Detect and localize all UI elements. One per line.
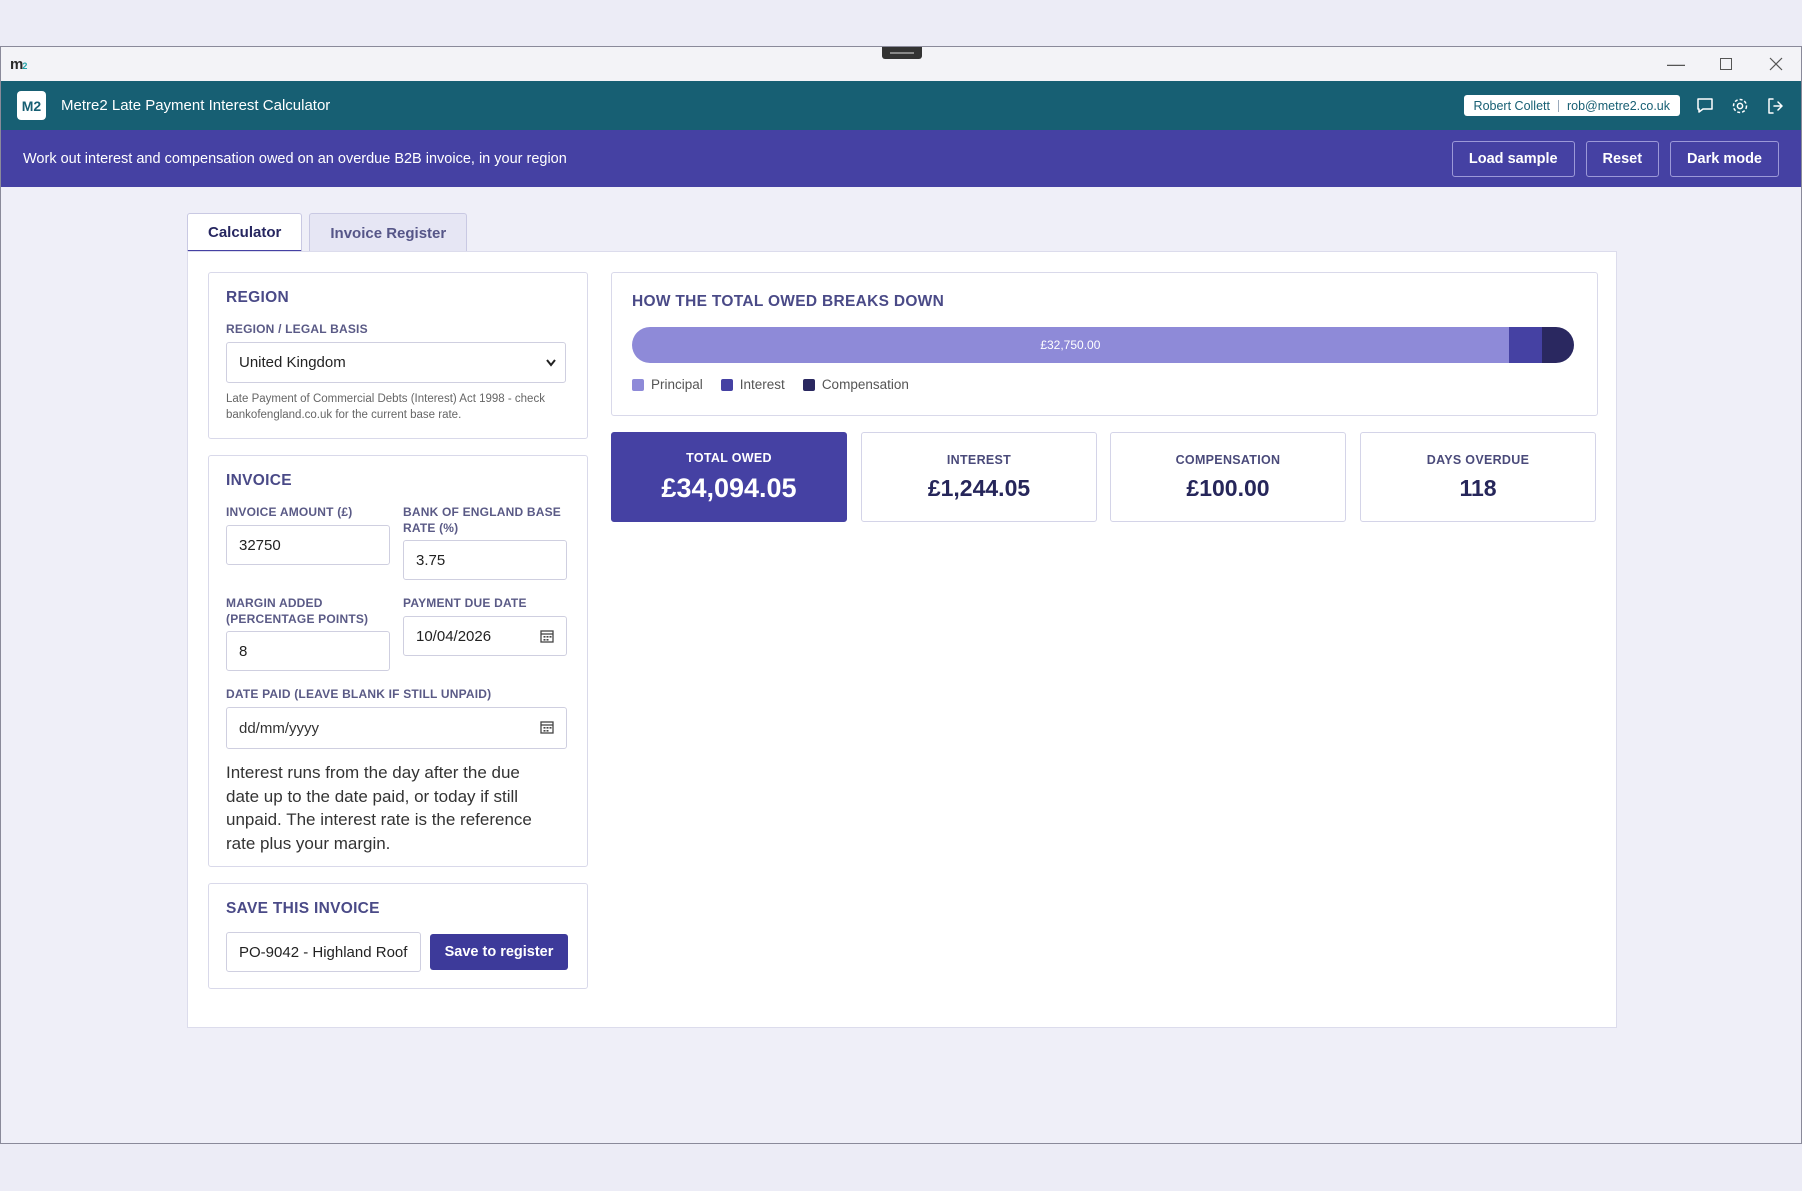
total-owed-value: £34,094.05	[661, 472, 797, 503]
region-label: REGION / LEGAL BASIS	[226, 322, 368, 336]
region-title: REGION	[226, 289, 289, 306]
due-date-label: PAYMENT DUE DATE	[403, 596, 527, 610]
legend-swatch-compensation	[802, 378, 815, 391]
days-overdue-value: 118	[1459, 474, 1497, 501]
stat-compensation: COMPENSATION £100.00	[1110, 432, 1346, 522]
bar-segment-compensation	[1542, 327, 1574, 363]
tab-calculator[interactable]: Calculator	[187, 213, 303, 253]
minimize-icon[interactable]: —	[1651, 47, 1701, 81]
chevron-down-icon	[546, 359, 556, 367]
save-title: SAVE THIS INVOICE	[226, 900, 380, 917]
invoice-amount-input[interactable]: 32750	[226, 525, 390, 565]
logout-icon[interactable]	[1765, 96, 1785, 116]
interest-value: £1,244.05	[927, 474, 1031, 501]
date-paid-input[interactable]: dd/mm/yyyy	[226, 707, 567, 749]
due-date-input[interactable]: 10/04/2026	[403, 616, 567, 656]
calendar-icon[interactable]	[540, 629, 554, 643]
legend-swatch-principal	[632, 378, 644, 391]
app-header: M2 Metre2 Late Payment Interest Calculat…	[1, 81, 1801, 130]
margin-input[interactable]: 8	[226, 631, 390, 671]
breakdown-title: HOW THE TOTAL OWED BREAKS DOWN	[632, 293, 945, 310]
breakdown-stacked-bar: £32,750.00	[632, 327, 1574, 363]
base-rate-input[interactable]: 3.75	[403, 540, 567, 580]
legend-compensation: Compensation	[802, 377, 909, 392]
date-paid-label: DATE PAID (LEAVE BLANK IF STILL UNPAID)	[226, 687, 492, 701]
legend-principal: Principal	[632, 377, 703, 392]
invoice-amount-label: INVOICE AMOUNT (£)	[226, 505, 353, 519]
chat-icon[interactable]	[1695, 96, 1715, 116]
stat-total-owed: TOTAL OWED £34,094.05	[611, 432, 847, 522]
close-icon[interactable]	[1751, 47, 1801, 81]
region-card: REGION REGION / LEGAL BASIS United Kingd…	[208, 272, 588, 439]
window-drag-handle[interactable]	[882, 47, 922, 59]
dark-mode-button[interactable]: Dark mode	[1670, 140, 1779, 177]
app-badge: M2	[17, 91, 46, 120]
bar-segment-principal: £32,750.00	[632, 327, 1509, 363]
user-email: rob@metre2.co.uk	[1566, 98, 1670, 113]
save-invoice-card: SAVE THIS INVOICE PO-9042 - Highland Roo…	[208, 883, 588, 989]
base-rate-label: BANK OF ENGLAND BASE RATE (%)	[403, 505, 562, 535]
invoice-name-input[interactable]: PO-9042 - Highland Roof	[226, 932, 421, 972]
legend-swatch-interest	[720, 378, 733, 391]
compensation-value: £100.00	[1186, 474, 1270, 501]
user-name: Robert Collett	[1473, 98, 1550, 113]
tab-invoice-register[interactable]: Invoice Register	[309, 213, 468, 253]
app-window: m2 — M2 Metre2 Late Payment Interest Cal…	[0, 46, 1802, 1144]
gear-icon[interactable]	[1730, 96, 1750, 116]
stat-interest: INTEREST £1,244.05	[861, 432, 1097, 522]
info-banner: Work out interest and compensation owed …	[1, 130, 1801, 187]
app-logo: m2	[10, 55, 27, 73]
invoice-title: INVOICE	[226, 472, 292, 489]
breakdown-legend: Principal Interest Compensation	[632, 377, 909, 392]
bar-segment-interest	[1508, 327, 1543, 363]
region-selected-value: United Kingdom	[239, 354, 346, 371]
legend-interest: Interest	[720, 377, 785, 392]
window-titlebar: m2 —	[1, 47, 1801, 81]
stat-days-overdue: DAYS OVERDUE 118	[1360, 432, 1596, 522]
reset-button[interactable]: Reset	[1585, 140, 1660, 177]
invoice-card: INVOICE INVOICE AMOUNT (£) 32750 BANK OF…	[208, 455, 588, 867]
maximize-icon[interactable]	[1701, 47, 1751, 81]
region-note: Late Payment of Commercial Debts (Intere…	[226, 393, 545, 421]
tab-bar: Calculator Invoice Register	[187, 213, 468, 253]
app-title: Metre2 Late Payment Interest Calculator	[61, 97, 331, 114]
load-sample-button[interactable]: Load sample	[1451, 140, 1575, 177]
calculator-panel: REGION REGION / LEGAL BASIS United Kingd…	[187, 251, 1617, 1028]
breakdown-card: HOW THE TOTAL OWED BREAKS DOWN £32,750.0…	[611, 272, 1598, 416]
interest-help-text: Interest runs from the day after the due…	[226, 763, 532, 853]
margin-label: MARGIN ADDED (PERCENTAGE POINTS)	[226, 596, 369, 626]
user-chip: Robert Collett rob@metre2.co.uk	[1463, 95, 1680, 116]
calendar-icon[interactable]	[540, 720, 554, 734]
region-select[interactable]: United Kingdom	[226, 342, 566, 383]
save-to-register-button[interactable]: Save to register	[430, 934, 568, 970]
banner-text: Work out interest and compensation owed …	[23, 150, 567, 167]
